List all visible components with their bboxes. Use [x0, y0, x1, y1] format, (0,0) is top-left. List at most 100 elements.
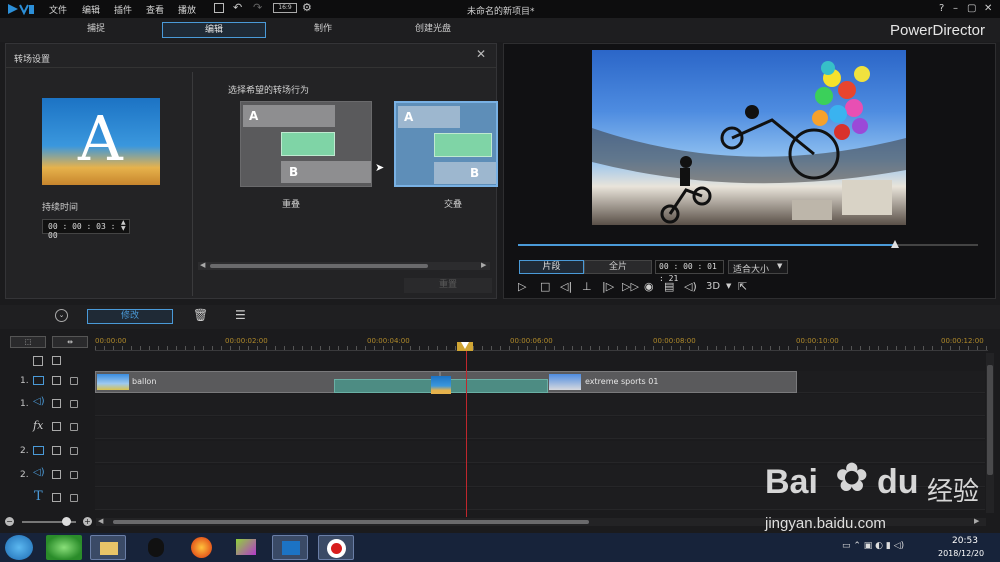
track-enable-checkbox[interactable]: [52, 446, 61, 455]
zoom-in-icon[interactable]: +: [83, 517, 92, 526]
clip-name: ballon: [132, 377, 157, 386]
full-mode-button[interactable]: 全片: [584, 260, 652, 274]
lock-icon[interactable]: [70, 377, 78, 385]
all-tracks-toggle[interactable]: [33, 356, 43, 366]
lock-icon[interactable]: [70, 400, 78, 408]
snapshot-icon[interactable]: ◉: [644, 280, 654, 293]
preview-timecode[interactable]: 00 : 00 : 01 : 21: [655, 260, 724, 283]
overlap-b-letter: B: [289, 165, 299, 179]
three-d-button[interactable]: 3D: [706, 281, 720, 292]
cross-track-a: A: [398, 106, 460, 128]
tab-produce[interactable]: 制作: [270, 22, 376, 38]
option-cross[interactable]: A B: [394, 101, 498, 187]
cross-transition-block: [434, 133, 492, 157]
undo-icon[interactable]: ↶: [233, 1, 242, 14]
track-enable-checkbox[interactable]: [52, 493, 61, 502]
track-enable-checkbox[interactable]: [52, 422, 61, 431]
panel-close-icon[interactable]: ✕: [476, 47, 486, 61]
lock-icon[interactable]: [70, 447, 78, 455]
zoom-slider[interactable]: [22, 517, 76, 526]
task-360-icon[interactable]: [46, 535, 82, 560]
zoom-out-icon[interactable]: −: [5, 517, 14, 526]
track-lane-fx[interactable]: [95, 417, 985, 439]
preview-scrub-handle[interactable]: [891, 240, 900, 248]
track-number: 1.: [20, 376, 29, 386]
reset-button[interactable]: 重置: [404, 278, 492, 293]
stop-icon[interactable]: □: [540, 280, 550, 293]
collapse-panel-icon[interactable]: ⌄: [55, 309, 68, 322]
lock-icon[interactable]: [70, 471, 78, 479]
lock-icon[interactable]: [70, 423, 78, 431]
split-marker-icon[interactable]: ⊥: [582, 280, 592, 293]
track-header-video-2: 2.: [0, 441, 92, 463]
ruler-tick-1: 00:00:02:00: [225, 337, 268, 345]
menu-file[interactable]: 文件: [49, 3, 67, 16]
duration-field[interactable]: 00 : 00 : 03 : 00 ▲ ▼: [42, 219, 130, 240]
all-tracks-checkbox[interactable]: [52, 356, 61, 365]
brand-name: PowerDirector: [890, 22, 986, 39]
aspect-ratio-icon[interactable]: 16:9: [273, 3, 297, 13]
play-icon[interactable]: ▷: [518, 280, 526, 293]
minimize-button[interactable]: –: [953, 3, 958, 14]
playhead-line[interactable]: [466, 351, 467, 517]
track-enable-checkbox[interactable]: [52, 470, 61, 479]
next-frame-icon[interactable]: |▷: [602, 280, 614, 293]
ruler-tick-3: 00:00:06:00: [510, 337, 553, 345]
prev-frame-icon[interactable]: ◁|: [560, 280, 572, 293]
playhead-top-icon[interactable]: [461, 342, 469, 349]
duration-stepper-icon[interactable]: ▲ ▼: [121, 220, 126, 232]
menu-edit[interactable]: 编辑: [82, 3, 100, 16]
redo-icon[interactable]: ↷: [253, 1, 262, 14]
task-explorer-icon[interactable]: [90, 535, 126, 560]
clip-mode-button[interactable]: 片段: [519, 260, 584, 274]
track-enable-checkbox[interactable]: [52, 376, 61, 385]
app-window: 文件 编辑 插件 查看 播放 ↶ ↷ 16:9 ⚙ 未命名的新项目* ? – ▢…: [0, 0, 1000, 562]
preview-progress-track[interactable]: [518, 240, 978, 248]
fit-size-dropdown[interactable]: 适合大小 ▼: [728, 260, 788, 275]
task-media-icon[interactable]: [228, 535, 264, 560]
fit-timeline-button[interactable]: ⇹: [52, 336, 88, 348]
menu-plugins[interactable]: 插件: [114, 3, 132, 16]
lock-icon[interactable]: [70, 494, 78, 502]
tray-icons[interactable]: ▭ ⌃ ▣ ◐ ▮ ◁): [842, 541, 924, 553]
option-overlap[interactable]: A B: [240, 101, 372, 187]
timeline-ruler[interactable]: 00:00:00 00:00:02:00 00:00:04:00 00:00:0…: [95, 333, 988, 351]
tab-edit[interactable]: 编辑: [162, 22, 266, 38]
timeline-view-button[interactable]: ⬚: [10, 336, 46, 348]
subtitle-icon[interactable]: ▤: [664, 280, 674, 293]
options-scrollbar[interactable]: ◀ ▶: [198, 261, 490, 270]
fast-forward-icon[interactable]: ▷▷: [622, 280, 639, 293]
hscroll-thumb[interactable]: [113, 520, 589, 524]
tab-capture[interactable]: 捕捉: [40, 22, 152, 38]
task-recorder-icon[interactable]: [318, 535, 354, 560]
menu-view[interactable]: 查看: [146, 3, 164, 16]
close-window-button[interactable]: ✕: [984, 3, 992, 14]
tab-create-disc[interactable]: 创建光盘: [380, 22, 486, 38]
volume-icon[interactable]: ◁): [684, 280, 697, 293]
modify-button[interactable]: 修改: [87, 309, 173, 324]
edit-list-icon[interactable]: ☰: [235, 308, 246, 322]
scrollbar-thumb[interactable]: [210, 264, 428, 268]
start-button[interactable]: [5, 535, 33, 560]
scroll-right-icon[interactable]: ▶: [481, 261, 486, 269]
track-lane-audio-1[interactable]: [95, 394, 985, 416]
transition-thumb[interactable]: [431, 376, 451, 394]
save-icon[interactable]: [214, 3, 224, 13]
scroll-left-icon[interactable]: ◀: [200, 261, 205, 269]
three-d-dropdown-icon[interactable]: ▼: [726, 282, 731, 290]
menu-play[interactable]: 播放: [178, 3, 196, 16]
clip-name: extreme sports 01: [585, 377, 659, 386]
zoom-slider-knob[interactable]: [62, 517, 71, 526]
option-cross-label: 交叠: [444, 200, 463, 210]
delete-trash-icon[interactable]: 🗑: [193, 308, 208, 322]
hscroll-left-icon[interactable]: ◀: [98, 517, 103, 525]
help-icon[interactable]: ?: [939, 3, 944, 14]
settings-gear-icon[interactable]: ⚙: [302, 1, 312, 14]
track-enable-checkbox[interactable]: [52, 399, 61, 408]
task-powerdirector-icon[interactable]: [272, 535, 308, 560]
undock-preview-icon[interactable]: ⇱: [738, 280, 747, 293]
task-firefox-icon[interactable]: [183, 535, 219, 560]
task-qq-icon[interactable]: [138, 535, 174, 560]
restore-button[interactable]: ▢: [967, 3, 976, 14]
ruler-tick-2: 00:00:04:00: [367, 337, 410, 345]
